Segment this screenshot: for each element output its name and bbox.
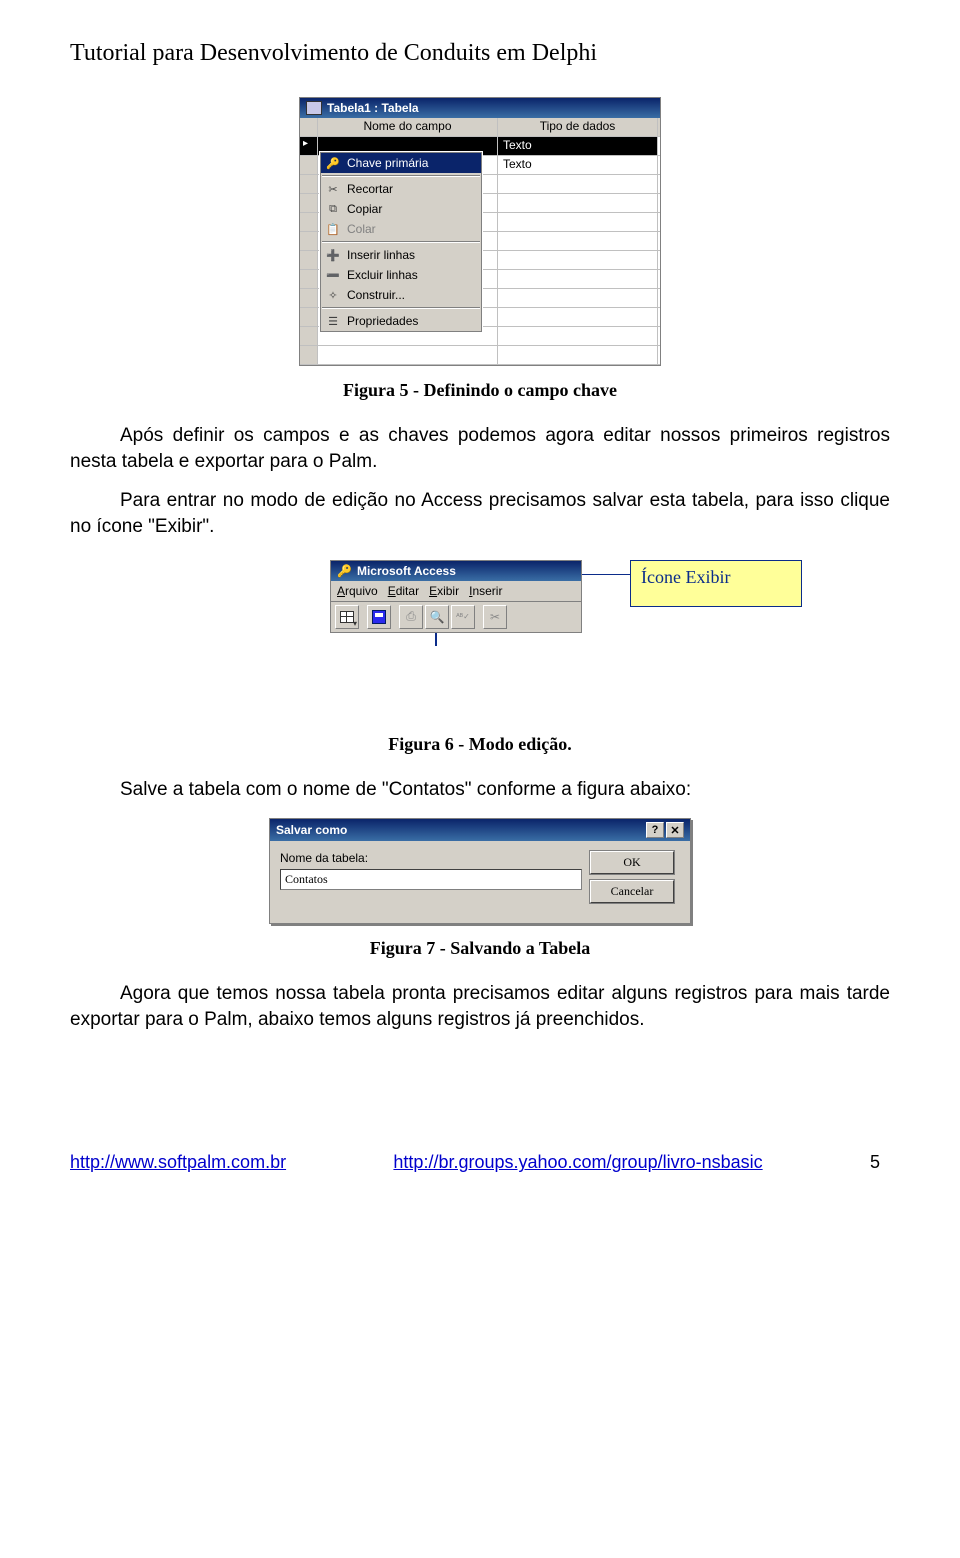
paragraph-2: Para entrar no modo de edição no Access … — [70, 488, 890, 539]
table-name-input[interactable] — [280, 869, 582, 890]
ctx-build[interactable]: ✧ Construir... — [321, 285, 481, 305]
ctx-cut[interactable]: ✂ Recortar — [321, 179, 481, 199]
view-button[interactable] — [335, 605, 359, 629]
figure5-titlebar: Tabela1 : Tabela — [300, 98, 660, 118]
wand-icon: ✧ — [325, 287, 341, 303]
menu-inserir[interactable]: Inserir — [469, 584, 502, 598]
figure5-caption: Figura 5 - Definindo o campo chave — [70, 380, 890, 401]
page-footer: http://www.softpalm.com.br http://br.gro… — [70, 1152, 890, 1173]
ctx-properties[interactable]: ☰ Propriedades — [321, 311, 481, 331]
preview-button[interactable]: 🔍 — [425, 605, 449, 629]
menu-exibir[interactable]: Exibir — [429, 584, 459, 598]
figure7-titlebar: Salvar como ? ✕ — [270, 819, 690, 841]
datasheet-icon — [306, 101, 322, 115]
column-header-nome: Nome do campo — [318, 118, 498, 136]
cancel-button[interactable]: Cancelar — [590, 880, 674, 903]
printer-icon: ⎙ — [406, 609, 416, 624]
figure7-save-dialog: Salvar como ? ✕ Nome da tabela: OK Cance… — [269, 818, 691, 924]
cell-tipo-1[interactable]: Texto — [498, 137, 658, 155]
table-name-label: Nome da tabela: — [280, 851, 582, 865]
properties-icon: ☰ — [325, 313, 341, 329]
ctx-copy[interactable]: ⧉ Copiar — [321, 199, 481, 219]
access-key-icon: 🔑 — [337, 564, 352, 578]
print-button[interactable]: ⎙ — [399, 605, 423, 629]
toolbar: ⎙ 🔍 ᴬᴮ✓ ✂ — [331, 602, 581, 632]
scissors-icon: ✂ — [490, 610, 500, 624]
page-header-title: Tutorial para Desenvolvimento de Conduit… — [70, 40, 890, 67]
figure6-titlebar: 🔑 Microsoft Access — [331, 561, 581, 581]
ctx-insert-rows[interactable]: ➕ Inserir linhas — [321, 245, 481, 265]
figure5-access-table: Tabela1 : Tabela Nome do campo Tipo de d… — [299, 97, 661, 366]
paragraph-1: Após definir os campos e as chaves podem… — [70, 423, 890, 474]
key-icon: 🔑 — [325, 155, 341, 171]
delete-row-icon: ➖ — [325, 267, 341, 283]
insert-row-icon: ➕ — [325, 247, 341, 263]
row-gutter-header — [300, 118, 318, 136]
magnifier-icon: 🔍 — [430, 610, 445, 624]
paste-icon: 📋 — [325, 221, 341, 237]
close-button[interactable]: ✕ — [666, 822, 684, 838]
callout-exibir: Ícone Exibir — [630, 560, 802, 607]
ok-button[interactable]: OK — [590, 851, 674, 874]
scissors-icon: ✂ — [325, 181, 341, 197]
datasheet-view-icon — [340, 611, 354, 623]
abc-check-icon: ᴬᴮ✓ — [456, 612, 470, 621]
copy-icon: ⧉ — [325, 201, 341, 217]
menu-bar: Arquivo Editar Exibir Inserir — [331, 581, 581, 602]
figure6-caption: Figura 6 - Modo edição. — [70, 734, 890, 755]
menu-editar[interactable]: Editar — [388, 584, 419, 598]
figure7-caption: Figura 7 - Salvando a Tabela — [70, 938, 890, 959]
footer-link-2[interactable]: http://br.groups.yahoo.com/group/livro-n… — [393, 1152, 762, 1173]
ctx-delete-rows[interactable]: ➖ Excluir linhas — [321, 265, 481, 285]
cut-button[interactable]: ✂ — [483, 605, 507, 629]
paragraph-3: Salve a tabela com o nome de "Contatos" … — [70, 777, 890, 803]
save-button[interactable] — [367, 605, 391, 629]
ctx-paste: 📋 Colar — [321, 219, 481, 239]
figure5-title-text: Tabela1 : Tabela — [327, 101, 419, 115]
paragraph-4: Agora que temos nossa tabela pronta prec… — [70, 981, 890, 1032]
context-menu: 🔑 Chave primária ✂ Recortar ⧉ Copiar 📋 C… — [320, 152, 482, 332]
row-selector[interactable] — [300, 137, 318, 155]
page-number: 5 — [870, 1152, 880, 1173]
menu-arquivo[interactable]: Arquivo — [337, 584, 378, 598]
cell-tipo-2[interactable]: Texto — [498, 156, 658, 174]
figure6-access-toolbar: 🔑 Microsoft Access Arquivo Editar Exibir… — [330, 560, 582, 633]
footer-link-1[interactable]: http://www.softpalm.com.br — [70, 1152, 286, 1173]
ctx-primary-key[interactable]: 🔑 Chave primária — [321, 153, 481, 173]
help-button[interactable]: ? — [646, 822, 664, 838]
floppy-icon — [372, 610, 386, 624]
column-header-tipo: Tipo de dados — [498, 118, 658, 136]
row-selector[interactable] — [300, 156, 318, 174]
spellcheck-button[interactable]: ᴬᴮ✓ — [451, 605, 475, 629]
